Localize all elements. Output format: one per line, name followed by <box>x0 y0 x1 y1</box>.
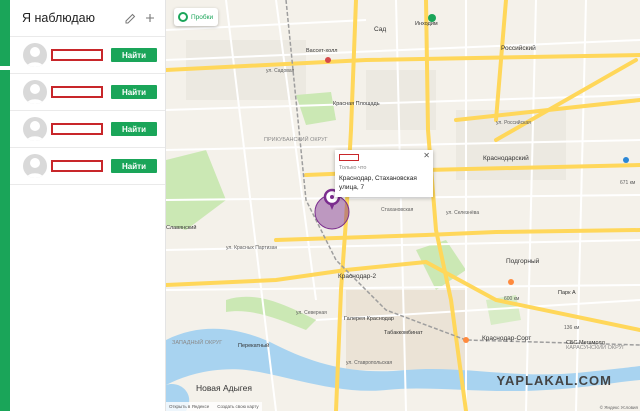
create-map-link[interactable]: Создать свою карту <box>217 404 258 409</box>
avatar <box>23 80 47 104</box>
redacted-contact-name <box>51 86 103 98</box>
avatar <box>23 154 47 178</box>
redacted-contact-name <box>51 123 103 135</box>
watch-sidebar: Я наблюдаю Найти Найти Найти Найти <box>10 0 166 411</box>
avatar <box>23 43 47 67</box>
find-contact-button[interactable]: Найти <box>111 48 157 62</box>
sidebar-title: Я наблюдаю <box>22 11 95 25</box>
redacted-balloon-name <box>339 154 359 161</box>
find-contact-button[interactable]: Найти <box>111 122 157 136</box>
city-map[interactable]: Сад Инходим Российский Вассет-холл Красн… <box>166 0 640 411</box>
map-canvas <box>166 0 640 411</box>
map-attribution: Открыть в Яндексе Создать свою карту <box>166 402 262 411</box>
balloon-address: Краснодар, Стахановская улица, 7 <box>339 175 417 191</box>
avatar <box>23 117 47 141</box>
redacted-contact-name <box>51 160 103 172</box>
sidebar-header: Я наблюдаю <box>10 0 165 36</box>
map-copyright: © Яндекс Условия <box>599 405 638 410</box>
traffic-label: Пробки <box>191 13 214 21</box>
contact-row[interactable]: Найти <box>10 110 165 147</box>
balloon-status: Только что <box>339 165 367 171</box>
contact-row[interactable]: Найти <box>10 147 165 184</box>
redacted-contact-name <box>51 49 103 61</box>
contact-row[interactable]: Найти <box>10 73 165 110</box>
edit-pencil-icon[interactable] <box>123 11 137 25</box>
contact-row[interactable]: Найти <box>10 36 165 73</box>
traffic-icon <box>178 12 188 22</box>
close-icon[interactable]: ✕ <box>423 151 430 160</box>
watermark: YAPLAKAL.COM <box>496 373 612 388</box>
find-contact-button[interactable]: Найти <box>111 85 157 99</box>
open-in-yandex-link[interactable]: Открыть в Яндексе <box>169 404 209 409</box>
add-plus-icon[interactable] <box>143 11 157 25</box>
find-contact-button[interactable]: Найти <box>111 159 157 173</box>
location-balloon: ✕ Только что Краснодар, Стахановская ули… <box>335 150 433 197</box>
left-accent-strip <box>0 0 10 411</box>
traffic-button[interactable]: Пробки <box>174 8 218 26</box>
